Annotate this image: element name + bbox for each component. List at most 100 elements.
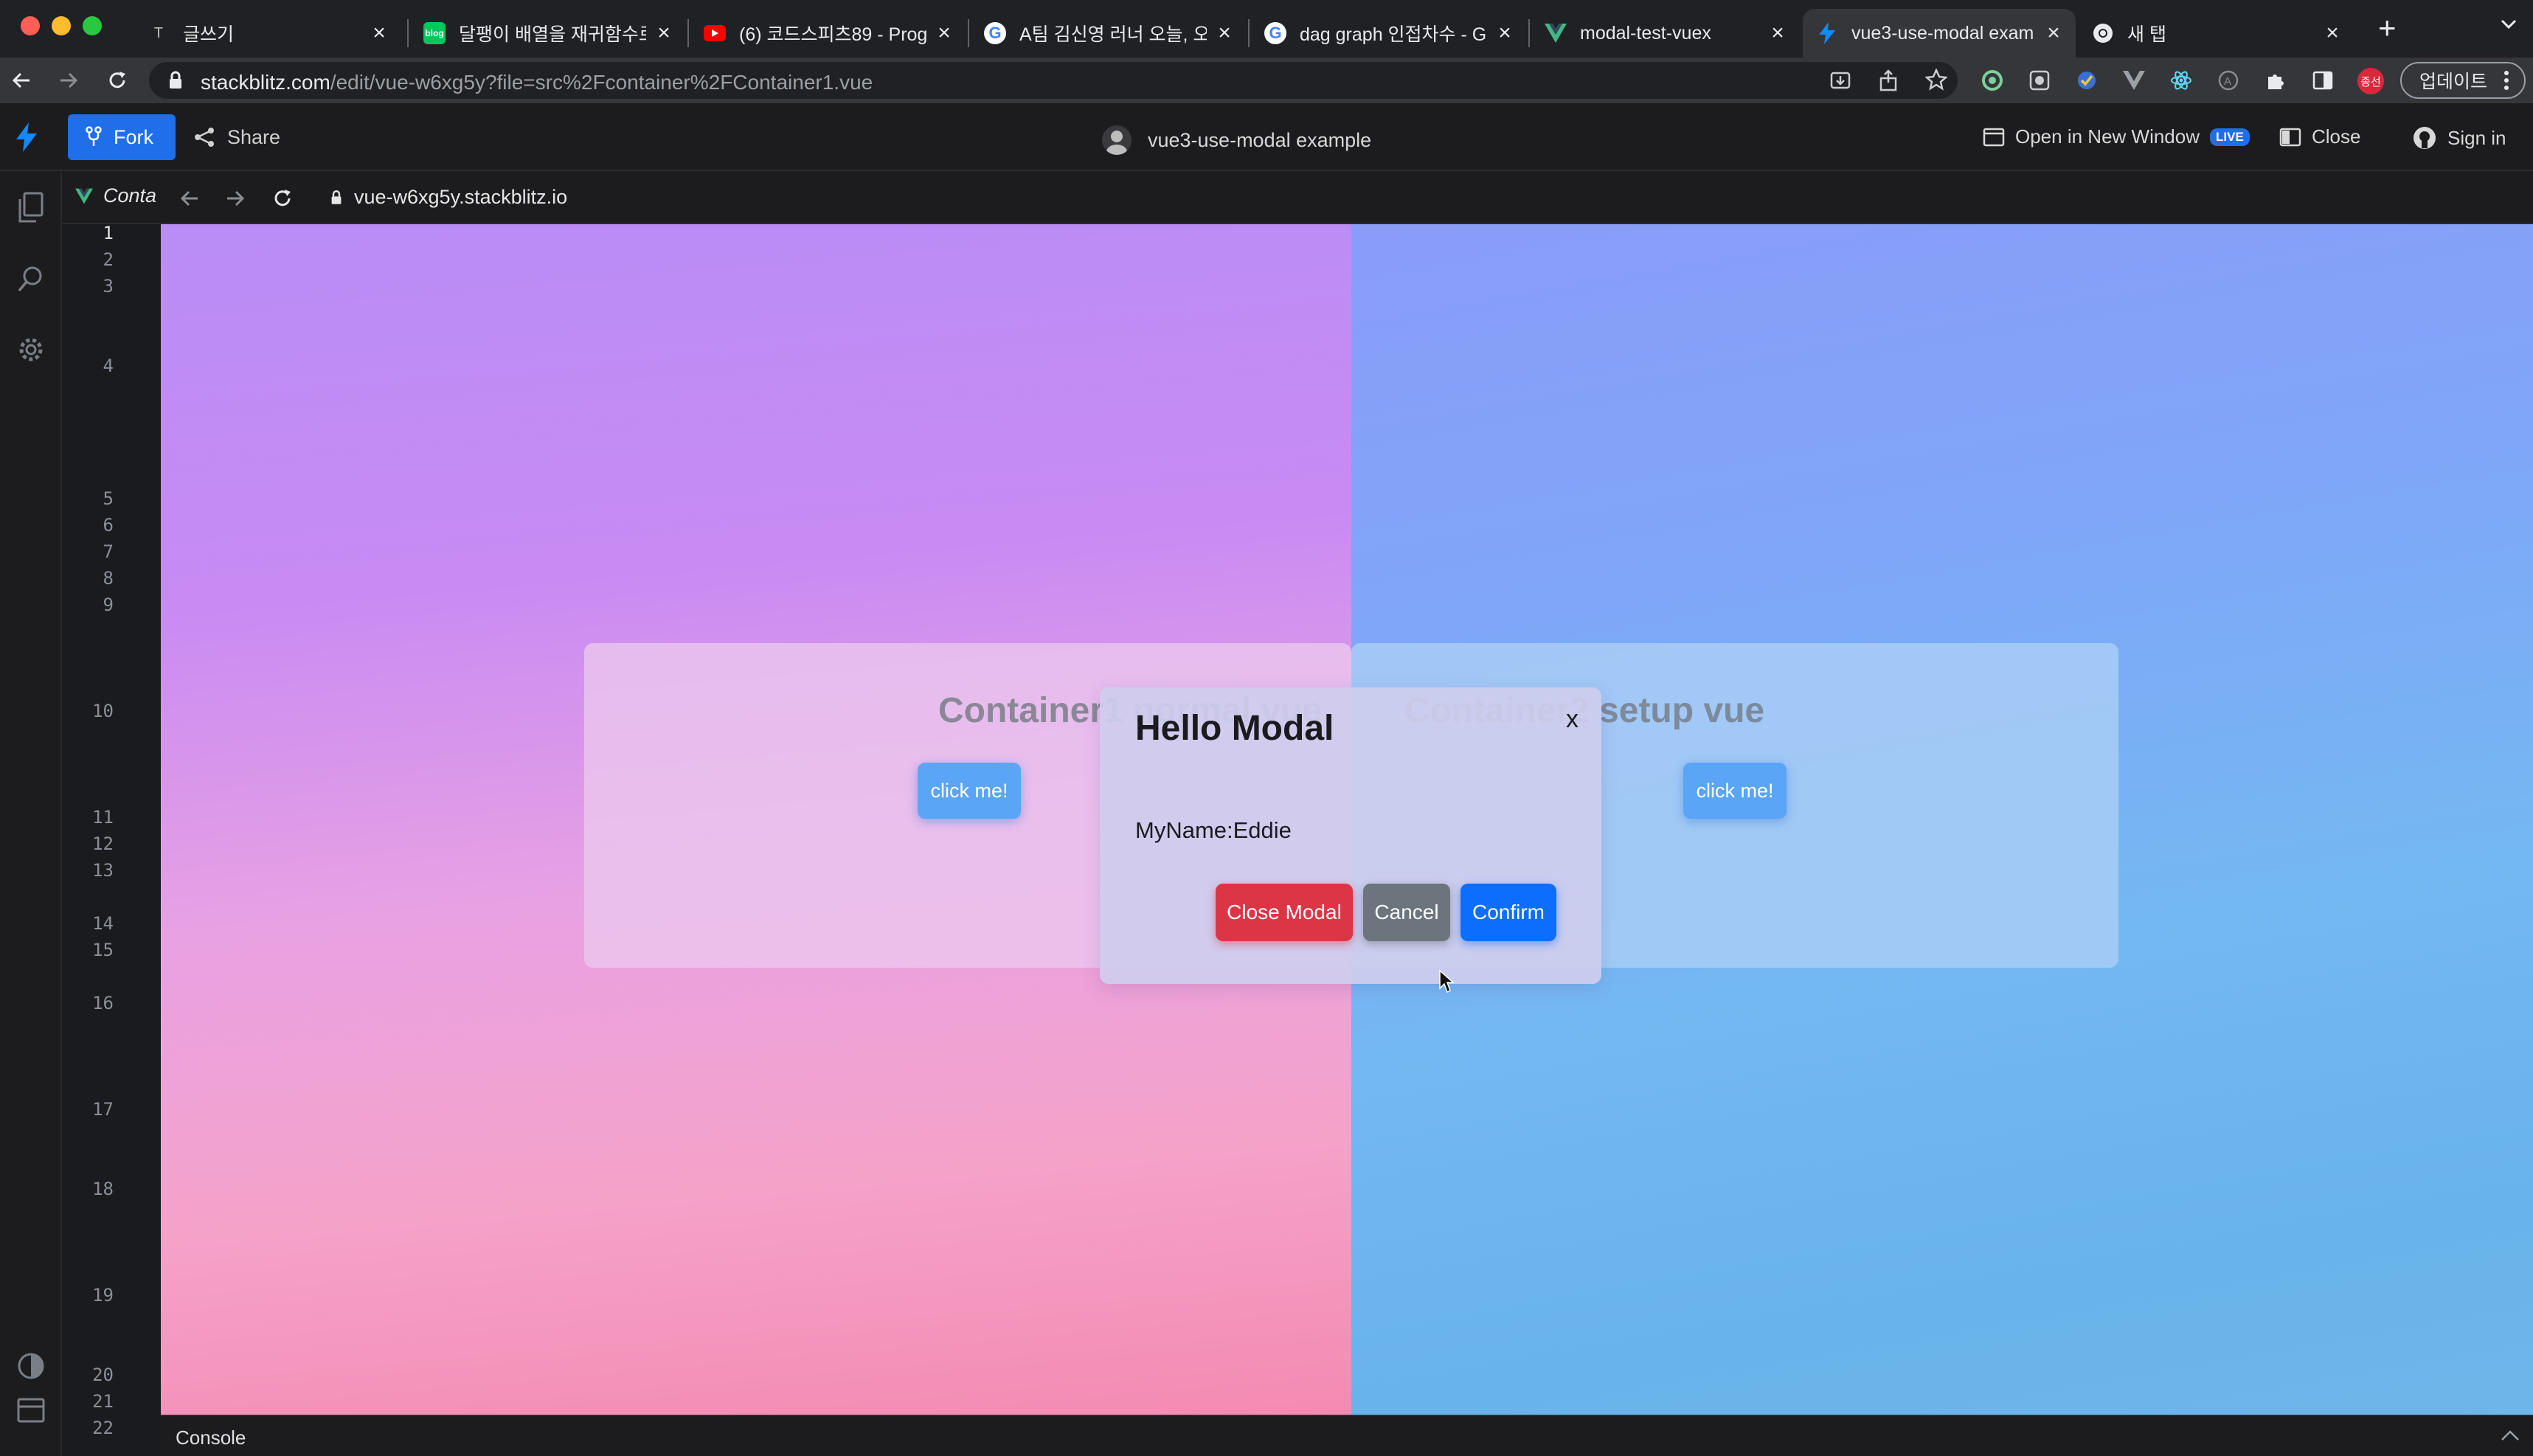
- tab-close-icon[interactable]: ×: [655, 22, 673, 44]
- line-number: 3: [103, 276, 114, 297]
- sign-in-button[interactable]: Sign in: [2412, 125, 2506, 150]
- tab-title: 새 탭: [2127, 24, 2166, 45]
- tab-close-icon[interactable]: ×: [370, 22, 388, 44]
- close-preview-button[interactable]: Close: [2279, 125, 2360, 148]
- fork-button[interactable]: Fork: [68, 114, 176, 160]
- browser-tab[interactable]: blog 달팽이 배열을 재귀함수로 ×: [410, 9, 686, 58]
- browser-tab[interactable]: modal-test-vuex ×: [1531, 9, 1800, 58]
- back-arrow-icon[interactable]: [9, 68, 34, 93]
- tab-close-icon[interactable]: ×: [2324, 22, 2341, 44]
- tab-title: (6) 코드스피츠89 - Prog: [739, 24, 926, 45]
- browser-tab[interactable]: G A팀 김신영 러너 오늘, 오 ×: [971, 9, 1247, 58]
- line-number: 15: [92, 940, 114, 960]
- preview-forward-icon[interactable]: [223, 186, 248, 211]
- confirm-button[interactable]: Confirm: [1460, 884, 1556, 941]
- line-number: 5: [103, 488, 114, 509]
- preview-tab-label: Conta: [103, 184, 157, 207]
- theme-toggle-icon[interactable]: [12, 1347, 50, 1385]
- bookmark-star-icon[interactable]: [1925, 69, 1947, 91]
- profile-avatar[interactable]: 종선: [2357, 68, 2384, 94]
- layout-panel-icon[interactable]: [12, 1391, 50, 1429]
- search-icon[interactable]: [12, 260, 50, 298]
- browser-toolbar: stackblitz.com/edit/vue-w6xg5y?file=src%…: [0, 58, 2533, 103]
- container2-click-button[interactable]: click me!: [1683, 763, 1787, 819]
- live-badge: LIVE: [2210, 128, 2250, 146]
- url-text: stackblitz.com/edit/vue-w6xg5y?file=src%…: [201, 71, 873, 94]
- sign-in-label: Sign in: [2447, 126, 2506, 149]
- preview-viewport: Container1 normal vue click me! Containe…: [161, 224, 2533, 1415]
- youtube-icon: [704, 25, 726, 41]
- install-app-icon[interactable]: [1829, 69, 1851, 91]
- line-number: 19: [92, 1285, 114, 1306]
- modal-body-text: MyName:Eddie: [1135, 817, 1292, 843]
- cancel-button[interactable]: Cancel: [1363, 884, 1450, 941]
- google-icon: G: [984, 22, 1006, 44]
- address-bar[interactable]: stackblitz.com/edit/vue-w6xg5y?file=src%…: [149, 62, 1958, 99]
- tab-close-icon[interactable]: ×: [2045, 22, 2062, 44]
- chrome-icon: [2092, 22, 2114, 44]
- check-extension-icon[interactable]: [2076, 69, 2098, 91]
- tab-title: vue3-use-modal exam: [1851, 22, 2034, 44]
- browser-tab[interactable]: 새 탭 ×: [2079, 9, 2354, 58]
- stackblitz-logo-icon[interactable]: [16, 122, 37, 152]
- console-panel-bar[interactable]: Console: [161, 1415, 2533, 1456]
- tab-search-chevron-icon[interactable]: [2501, 19, 2517, 30]
- preview-tab[interactable]: Conta: [75, 184, 156, 207]
- line-number: 16: [92, 993, 114, 1013]
- preview-reload-icon[interactable]: [270, 186, 295, 211]
- extension-circle-icon[interactable]: [1981, 69, 2003, 91]
- browser-tab[interactable]: G dag graph 인접차수 - G ×: [1251, 9, 1527, 58]
- translate-extension-icon[interactable]: A: [2217, 69, 2239, 91]
- browser-tab[interactable]: T 글쓰기 ×: [134, 9, 401, 58]
- more-vert-icon: [2503, 70, 2509, 91]
- share-page-icon[interactable]: [1878, 69, 1899, 91]
- modal-title: Hello Modal: [1135, 709, 1334, 748]
- update-button[interactable]: 업데이트: [2400, 62, 2526, 99]
- line-number: 1: [103, 223, 114, 243]
- window-minimize-button[interactable]: [52, 16, 71, 35]
- google-icon: G: [1264, 22, 1286, 44]
- chevron-up-icon[interactable]: [2501, 1429, 2520, 1441]
- window-maximize-button[interactable]: [83, 16, 102, 35]
- browser-tab-active[interactable]: vue3-use-modal exam ×: [1803, 9, 2076, 58]
- share-label: Share: [227, 125, 281, 148]
- tab-close-icon[interactable]: ×: [1216, 22, 1233, 44]
- settings-gear-icon[interactable]: [12, 330, 50, 369]
- share-button[interactable]: Share: [193, 114, 280, 160]
- open-new-window-button[interactable]: Open in New Window LIVE: [1983, 125, 2250, 148]
- tab-close-icon[interactable]: ×: [1769, 22, 1787, 44]
- container1-click-button[interactable]: click me!: [918, 763, 1021, 819]
- new-window-icon: [1983, 128, 2005, 147]
- update-label: 업데이트: [2419, 72, 2488, 92]
- browser-tab-strip: T 글쓰기 × blog 달팽이 배열을 재귀함수로 × (6) 코드스피츠89…: [0, 0, 2533, 58]
- react-devtools-icon[interactable]: [2170, 69, 2192, 91]
- modal-close-x-button[interactable]: x: [1566, 705, 1579, 734]
- mouse-cursor-icon: [1438, 969, 1455, 994]
- author-avatar: [1102, 125, 1132, 155]
- hello-modal: Hello Modal x MyName:Eddie Close Modal C…: [1100, 687, 1601, 984]
- close-modal-button[interactable]: Close Modal: [1216, 884, 1353, 941]
- extensions-puzzle-icon[interactable]: [2265, 69, 2287, 91]
- line-number: 2: [103, 249, 114, 270]
- new-tab-plus-icon[interactable]: +: [2378, 10, 2397, 46]
- preview-back-icon[interactable]: [177, 186, 202, 211]
- forward-arrow-icon[interactable]: [56, 68, 81, 93]
- browser-tab[interactable]: (6) 코드스피츠89 - Prog ×: [690, 9, 966, 58]
- open-new-window-label: Open in New Window: [2015, 125, 2200, 148]
- preview-url-bar[interactable]: vue-w6xg5y.stackblitz.io: [330, 186, 567, 209]
- tab-close-icon[interactable]: ×: [935, 22, 953, 44]
- screenshot-extension-icon[interactable]: [2028, 69, 2051, 91]
- side-panel-icon[interactable]: [2312, 69, 2334, 91]
- vue-devtools-icon[interactable]: [2123, 71, 2145, 90]
- files-icon[interactable]: [12, 189, 50, 227]
- line-number: 13: [92, 860, 114, 881]
- activity-bar: [0, 171, 62, 1456]
- tab-title: dag graph 인접차수 - G: [1300, 24, 1487, 45]
- reload-icon[interactable]: [105, 68, 130, 93]
- tab-title: 달팽이 배열을 재귀함수로: [459, 24, 646, 45]
- window-close-button[interactable]: [21, 16, 40, 35]
- line-number: 22: [92, 1418, 114, 1438]
- line-number: 17: [92, 1099, 114, 1120]
- tab-close-icon[interactable]: ×: [1496, 22, 1514, 44]
- line-number: 9: [103, 594, 114, 615]
